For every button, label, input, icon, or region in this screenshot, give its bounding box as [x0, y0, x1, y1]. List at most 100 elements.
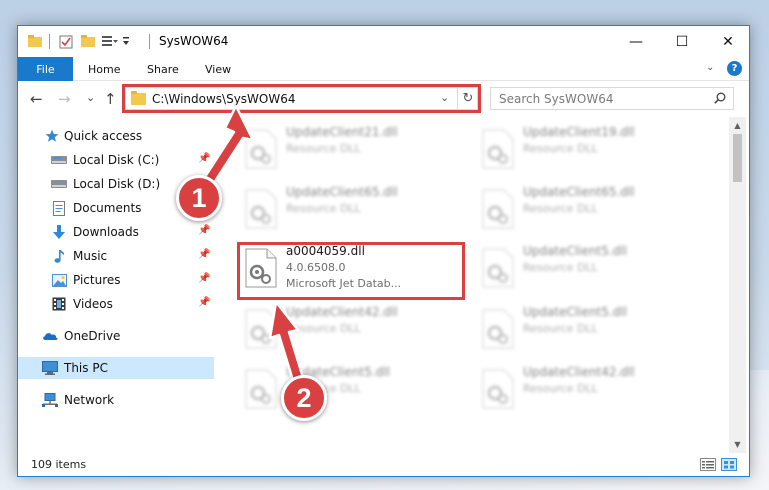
maximize-button[interactable]: ☐: [659, 26, 705, 57]
pin-icon[interactable]: 📌: [198, 273, 210, 284]
scroll-up-button[interactable]: ▲: [729, 117, 746, 134]
pictures-icon: [51, 272, 67, 288]
star-icon: [44, 128, 60, 144]
pin-icon[interactable]: 📌: [198, 153, 210, 164]
sidebar-item-music[interactable]: Music 📌: [18, 245, 214, 267]
file-name: UpdateClient42.dll: [286, 305, 398, 319]
music-icon: [51, 248, 67, 264]
step-1-badge: 1: [176, 175, 222, 221]
expand-ribbon-icon[interactable]: ⌄: [706, 62, 714, 73]
file-item[interactable]: UpdateClient19.dll Resource DLL: [478, 123, 713, 179]
customize-toolbar-icon[interactable]: [102, 35, 118, 47]
file-name: UpdateClient5.dll: [523, 244, 627, 258]
status-bar: 109 items: [18, 453, 749, 476]
ribbon-tabs: File Home Share View ⌄ ?: [18, 57, 749, 81]
window-title: SysWOW64: [159, 34, 229, 48]
search-placeholder: Search SysWOW64: [499, 92, 614, 106]
sidebar-item-network[interactable]: Network: [18, 389, 214, 411]
scroll-thumb[interactable]: [733, 134, 742, 182]
tab-file[interactable]: File: [18, 57, 73, 81]
file-item[interactable]: UpdateClient65.dll Resource DLL: [478, 183, 713, 239]
sidebar-item-onedrive[interactable]: OneDrive: [18, 325, 214, 347]
recent-locations-button[interactable]: ⌄: [86, 91, 95, 104]
computer-icon: [42, 360, 58, 376]
sidebar-item-this-pc[interactable]: This PC: [18, 357, 214, 379]
item-count: 109 items: [31, 458, 87, 471]
file-name: UpdateClient21.dll: [286, 125, 398, 139]
forward-button[interactable]: →: [58, 90, 71, 108]
dll-file-icon: [482, 369, 514, 409]
back-button[interactable]: ←: [30, 90, 43, 108]
file-item[interactable]: UpdateClient5.dll Resource DLL: [241, 363, 476, 419]
file-item[interactable]: UpdateClient5.dll Resource DLL: [478, 303, 713, 359]
file-item[interactable]: UpdateClient65.dll Resource DLL: [241, 183, 476, 239]
downloads-icon: [51, 224, 67, 240]
file-name: UpdateClient65.dll: [286, 185, 398, 199]
minimize-button[interactable]: —: [613, 26, 659, 57]
sidebar-item-quick-access[interactable]: Quick access: [18, 125, 214, 147]
tab-view[interactable]: View: [205, 57, 231, 81]
tab-share[interactable]: Share: [147, 57, 179, 81]
sidebar-item-label: Documents: [73, 201, 142, 215]
up-button[interactable]: ↑: [104, 90, 117, 108]
pin-icon[interactable]: 📌: [198, 225, 210, 236]
navigation-pane: Quick access Local Disk (C:) 📌 Local Dis…: [18, 117, 214, 453]
file-item[interactable]: UpdateClient5.dll Resource DLL: [478, 242, 713, 298]
sidebar-item-downloads[interactable]: Downloads 📌: [18, 221, 214, 243]
vertical-scrollbar[interactable]: ▲ ▼: [729, 117, 746, 453]
folder-icon: [28, 35, 42, 47]
dll-file-icon: [245, 309, 277, 349]
search-input[interactable]: Search SysWOW64: [490, 87, 734, 110]
search-icon[interactable]: [714, 92, 726, 104]
navigation-bar: ← → ⌄ ↑ C:\Windows\SysWOW64 ⌄ ↻ Search S…: [18, 81, 749, 117]
file-description: Resource DLL: [286, 202, 361, 215]
sidebar-item-label: Videos: [73, 297, 113, 311]
videos-icon: [51, 296, 67, 312]
scroll-down-button[interactable]: ▼: [729, 436, 746, 453]
sidebar-item-local-disk-c[interactable]: Local Disk (C:) 📌: [18, 149, 214, 171]
dll-file-icon: [245, 369, 277, 409]
file-explorer-window: SysWOW64 — ☐ ✕ File Home Share View ⌄ ? …: [17, 25, 750, 477]
documents-icon: [51, 200, 67, 216]
sidebar-item-label: Network: [64, 393, 115, 407]
title-bar[interactable]: SysWOW64 — ☐ ✕: [18, 26, 749, 57]
tab-home[interactable]: Home: [88, 57, 120, 81]
new-folder-icon[interactable]: [81, 35, 95, 47]
drive-icon: [51, 152, 67, 168]
file-description: Resource DLL: [523, 202, 598, 215]
large-icons-view-icon[interactable]: [721, 458, 737, 471]
dll-file-icon: [245, 129, 277, 169]
quick-access-dropdown-icon[interactable]: [122, 35, 130, 47]
properties-icon[interactable]: [59, 35, 73, 49]
help-icon[interactable]: ?: [727, 61, 742, 76]
pin-icon[interactable]: 📌: [198, 297, 210, 308]
dll-file-icon: [482, 129, 514, 169]
sidebar-item-label: Local Disk (D:): [73, 177, 161, 191]
file-description: Resource DLL: [523, 382, 598, 395]
toolbar-divider: [49, 34, 50, 49]
sidebar-item-label: Quick access: [64, 129, 143, 143]
file-description: Resource DLL: [286, 322, 361, 335]
sidebar-item-label: This PC: [64, 361, 108, 375]
file-description: Resource DLL: [523, 142, 598, 155]
sidebar-item-pictures[interactable]: Pictures 📌: [18, 269, 214, 291]
file-highlight-box: [237, 242, 465, 300]
file-item[interactable]: UpdateClient21.dll Resource DLL: [241, 123, 476, 179]
sidebar-item-label: Pictures: [73, 273, 121, 287]
network-icon: [42, 392, 58, 408]
pin-icon[interactable]: 📌: [198, 249, 210, 260]
sidebar-item-label: OneDrive: [64, 329, 121, 343]
dll-file-icon: [245, 189, 277, 229]
close-button[interactable]: ✕: [705, 26, 749, 57]
file-name: UpdateClient65.dll: [523, 185, 635, 199]
details-view-icon[interactable]: [700, 458, 716, 471]
sidebar-item-label: Local Disk (C:): [73, 153, 160, 167]
file-description: Resource DLL: [523, 261, 598, 274]
dll-file-icon: [482, 189, 514, 229]
sidebar-item-label: Music: [73, 249, 108, 263]
file-item[interactable]: UpdateClient42.dll Resource DLL: [478, 363, 713, 419]
file-item[interactable]: UpdateClient42.dll Resource DLL: [241, 303, 476, 359]
dll-file-icon: [482, 248, 514, 288]
sidebar-item-videos[interactable]: Videos 📌: [18, 293, 214, 315]
file-description: Resource DLL: [286, 142, 361, 155]
